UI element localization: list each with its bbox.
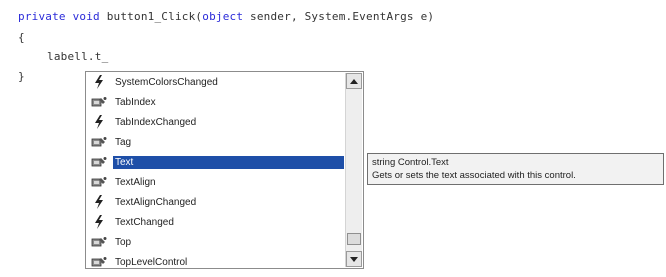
- completion-item-label: TextAlignChanged: [115, 196, 197, 208]
- scroll-down-button[interactable]: [346, 251, 362, 267]
- completion-scrollbar[interactable]: [345, 73, 362, 267]
- method-params: sender, System.EventArgs e): [250, 10, 435, 23]
- completion-item-label: SystemColorsChanged: [115, 76, 218, 88]
- completion-item[interactable]: TextAlignChanged: [86, 192, 344, 212]
- tooltip-description: Gets or sets the text associated with th…: [372, 170, 576, 181]
- completion-item[interactable]: TopLevelControl: [86, 252, 344, 268]
- completion-item-label: Top: [115, 236, 132, 248]
- completion-item-label: Tag: [115, 136, 132, 148]
- completion-item[interactable]: TextChanged: [86, 212, 344, 232]
- arrow-down-icon: [350, 256, 358, 262]
- quickinfo-tooltip: string Control.Text Gets or sets the tex…: [367, 153, 664, 185]
- arrow-up-icon: [350, 78, 358, 84]
- completion-item[interactable]: TabIndex: [86, 92, 344, 112]
- completion-item-label: Text: [113, 155, 344, 169]
- completion-item-label: TabIndex: [115, 96, 156, 108]
- completion-item-label: TextChanged: [115, 216, 174, 228]
- intellisense-completion-list[interactable]: SystemColorsChanged TabIndex TabIndexChang…: [85, 71, 364, 269]
- code-line-close-brace: }: [18, 70, 25, 83]
- property-icon: [91, 95, 107, 109]
- event-icon: [91, 75, 107, 89]
- completion-item[interactable]: TabIndexChanged: [86, 112, 344, 132]
- completion-item-label: TextAlign: [115, 176, 156, 188]
- completion-item[interactable]: Text: [86, 152, 344, 172]
- property-icon: [91, 155, 107, 169]
- completion-item-label: TopLevelControl: [115, 256, 188, 268]
- scroll-thumb[interactable]: [347, 233, 361, 245]
- completion-item[interactable]: Tag: [86, 132, 344, 152]
- completion-item[interactable]: SystemColorsChanged: [86, 72, 344, 92]
- keyword-void: void: [72, 10, 100, 23]
- completion-item[interactable]: Top: [86, 232, 344, 252]
- event-icon: [91, 215, 107, 229]
- property-icon: [91, 255, 107, 268]
- code-line-current: labell.t_: [47, 50, 109, 63]
- completion-item-label: TabIndexChanged: [115, 116, 197, 128]
- scroll-up-button[interactable]: [346, 73, 362, 89]
- code-line-method-signature: private void button1_Click(object sender…: [18, 10, 434, 24]
- keyword-private: private: [18, 10, 66, 23]
- code-line-open-brace: {: [18, 31, 25, 44]
- property-icon: [91, 235, 107, 249]
- method-name: button1_Click: [106, 10, 196, 23]
- tooltip-signature: string Control.Text: [372, 157, 449, 168]
- event-icon: [91, 195, 107, 209]
- completion-items[interactable]: SystemColorsChanged TabIndex TabIndexChang…: [86, 72, 344, 268]
- event-icon: [91, 115, 107, 129]
- property-icon: [91, 175, 107, 189]
- keyword-object: object: [202, 10, 244, 23]
- property-icon: [91, 135, 107, 149]
- completion-item[interactable]: TextAlign: [86, 172, 344, 192]
